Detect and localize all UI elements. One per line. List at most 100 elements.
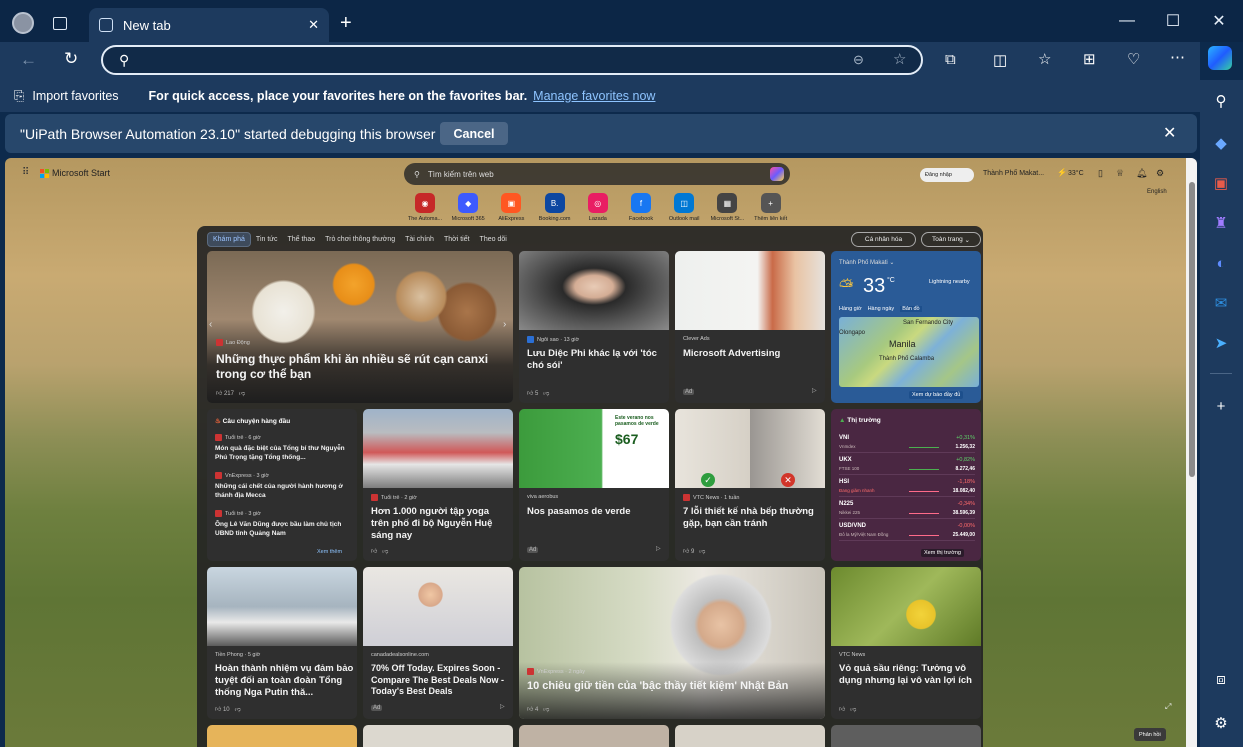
shortcut-7[interactable]: ▦ Microsoft St... — [704, 193, 750, 222]
dislike-icon[interactable]: 👎︎ — [239, 391, 245, 397]
lightning-alert[interactable]: Lightning nearby — [929, 279, 971, 286]
games-icon[interactable]: ♜ — [1210, 212, 1232, 234]
extensions-icon[interactable]: ⧉ — [945, 51, 956, 68]
like-icon[interactable]: 👍︎ — [839, 707, 845, 713]
cancel-button[interactable]: Cancel — [440, 122, 508, 145]
address-bar[interactable]: ⚲ ⊖ ☆ — [101, 45, 923, 75]
prev-slide-icon[interactable]: ‹ — [209, 319, 212, 330]
feed-tab-5[interactable]: Thời tiết — [439, 233, 475, 246]
import-favorites-icon[interactable]: ⎘ — [14, 88, 24, 104]
shopping-tag-icon[interactable]: ◆ — [1210, 132, 1232, 154]
rewards-icon[interactable]: ♕ — [1116, 168, 1124, 179]
ad-info-icon[interactable]: ▷ — [500, 703, 505, 710]
weather-tab-2[interactable]: Bản đồ — [900, 306, 922, 312]
back-icon[interactable]: ← — [20, 50, 37, 70]
new-tab-button[interactable]: + — [340, 12, 352, 35]
shortcut-6[interactable]: ◫ Outlook mail — [661, 193, 707, 222]
feed-tab-4[interactable]: Tài chính — [400, 233, 439, 246]
see-more-link[interactable]: Xem thêm — [317, 549, 342, 555]
web-search-input[interactable]: ⚲ Tìm kiếm trên web — [404, 163, 790, 185]
shortcut-0[interactable]: ◉ The Automa... — [402, 193, 448, 222]
dislike-icon[interactable]: 👎︎ — [382, 549, 388, 555]
police-card[interactable]: Tiền Phong · 5 giờ Hoàn thành nhiệm vụ đ… — [207, 567, 357, 719]
market-link[interactable]: Xem thị trường — [921, 549, 964, 557]
settings-icon[interactable]: ⚙ — [1210, 712, 1232, 734]
market-row[interactable]: HSI Đang giảm nhanh -1,18% 18.082,40 — [839, 477, 975, 497]
yoga-card[interactable]: Tuổi trẻ · 2 giờ Hơn 1.000 người tập yog… — [363, 409, 513, 561]
microsoft-365-icon[interactable]: ◐ — [1210, 252, 1232, 274]
profile-avatar[interactable] — [12, 12, 34, 34]
feed-tab-2[interactable]: Thể thao — [282, 233, 320, 246]
dislike-icon[interactable]: 👎︎ — [543, 391, 549, 397]
market-card[interactable]: ▲ Thị trường VNI VnIndex +0,31% 1.256,32 UKX… — [831, 409, 981, 561]
search-icon[interactable]: ⚲ — [1210, 90, 1232, 112]
feed-tab-6[interactable]: Theo dõi — [475, 233, 512, 246]
weather-tab-1[interactable]: Hàng ngày — [868, 306, 895, 312]
close-infobar-icon[interactable]: ✕ — [1163, 123, 1176, 143]
story-title[interactable]: Những cái chết của người hành hương ở th… — [215, 482, 351, 500]
partial-card-2[interactable] — [363, 725, 513, 747]
send-icon[interactable]: ➤ — [1210, 332, 1232, 354]
expand-icon[interactable]: ⤢ — [1165, 702, 1171, 712]
hero-card[interactable]: Lao Động Những thực phẩm khi ăn nhiều sẽ… — [207, 251, 513, 403]
story-title[interactable]: Món quà đặc biệt của Tổng bí thư Nguyễn … — [215, 444, 351, 462]
like-icon[interactable]: 👍︎ — [683, 549, 691, 555]
feed-tab-3[interactable]: Trò chơi thông thường — [320, 233, 400, 246]
viva-title[interactable]: Nos pasamos de verde — [527, 506, 663, 518]
dislike-icon[interactable]: 👎︎ — [543, 707, 549, 713]
tab-new-tab[interactable]: New tab ✕ — [89, 8, 329, 42]
celebrity-card[interactable]: Ngôi sao · 13 giờ Lưu Diệc Phi khác lạ v… — [519, 251, 669, 403]
ad-info-icon[interactable]: ▷ — [812, 387, 817, 394]
next-slide-icon[interactable]: › — [503, 319, 506, 330]
forecast-link[interactable]: Xem dự báo đầy đủ — [909, 391, 964, 399]
more-menu-icon[interactable]: ⋯ — [1170, 48, 1185, 66]
header-temp[interactable]: 33°C — [1068, 170, 1084, 177]
like-icon[interactable]: 👍︎ — [527, 391, 535, 397]
grandma-card[interactable]: VnExpress · 2 ngày 10 chiêu giữ tiền của… — [519, 567, 825, 719]
import-favorites-button[interactable]: Import favorites — [32, 89, 118, 103]
ad-info-icon[interactable]: ▷ — [656, 545, 661, 552]
weather-map[interactable]: San Fernando City Olongapo Manila Thành … — [839, 317, 979, 387]
like-icon[interactable]: 👍︎ — [216, 391, 224, 397]
apps-grid-icon[interactable]: ⠿ — [22, 167, 29, 178]
shortcut-2[interactable]: ▣ AliExpress — [488, 193, 534, 222]
durian-card[interactable]: VTC News Vỏ quả sầu riêng: Tưởng vô dụng… — [831, 567, 981, 719]
market-row[interactable]: N225 Nikkei 225 -0,34% 38.596,39 — [839, 499, 975, 519]
weather-card[interactable]: Thành Phố Makati ⌄ ⛅︎ 33 °C Lightning ne… — [831, 251, 981, 403]
refresh-icon[interactable]: ↻ — [64, 49, 78, 69]
partial-card-3[interactable] — [519, 725, 669, 747]
deals-title[interactable]: 70% Off Today. Expires Soon - Compare Th… — [371, 663, 511, 698]
partial-card-5[interactable] — [831, 725, 981, 747]
phone-icon[interactable]: ▯ — [1098, 168, 1103, 179]
outlook-icon[interactable]: ✉ — [1210, 292, 1232, 314]
manage-favorites-link[interactable]: Manage favorites now — [533, 89, 655, 103]
kitchen-card[interactable]: ✓ ✕ VTC News · 1 tuần 7 lỗi thiết kế nhà… — [675, 409, 825, 561]
notifications-icon[interactable]: 🔔︎ — [1136, 168, 1147, 179]
police-title[interactable]: Hoàn thành nhiệm vụ đảm bảo tuyệt đối an… — [215, 663, 355, 699]
add-sidebar-icon[interactable]: + — [1210, 395, 1232, 417]
like-icon[interactable]: 👍︎ — [371, 549, 377, 555]
deals-card[interactable]: canadadealsonline.com 70% Off Today. Exp… — [363, 567, 513, 719]
copilot-icon[interactable] — [1208, 46, 1232, 70]
dislike-icon[interactable]: 👎︎ — [699, 549, 705, 555]
tools-icon[interactable]: ▣ — [1210, 172, 1232, 194]
yoga-title[interactable]: Hơn 1.000 người tập yoga trên phố đi bộ … — [371, 506, 507, 542]
dislike-icon[interactable]: 👎︎ — [850, 707, 856, 713]
hero-title[interactable]: Những thực phẩm khi ăn nhiều sẽ rút cạn … — [216, 352, 496, 382]
card3-title[interactable]: Microsoft Advertising — [683, 348, 819, 360]
location-label[interactable]: Thành Phố Makat... — [983, 170, 1044, 177]
feed-tab-1[interactable]: Tin tức — [251, 233, 283, 246]
durian-title[interactable]: Vỏ quả sầu riêng: Tưởng vô dụng nhưng lạ… — [839, 663, 979, 687]
close-tab-icon[interactable]: ✕ — [308, 17, 319, 33]
scrollbar-thumb[interactable] — [1189, 182, 1195, 477]
like-icon[interactable]: 👍︎ — [527, 707, 535, 713]
ad-card-microsoft[interactable]: Clever Ads Microsoft Advertising Ad ▷ — [675, 251, 825, 403]
favorite-star-icon[interactable]: ☆ — [893, 50, 906, 68]
minimize-button[interactable]: — — [1104, 8, 1150, 34]
card2-title[interactable]: Lưu Diệc Phi khác lạ với 'tóc chó sói' — [527, 348, 663, 372]
feedback-button[interactable]: Phản hồi — [1134, 728, 1166, 741]
shortcut-1[interactable]: ◆ Microsoft 365 — [445, 193, 491, 222]
like-icon[interactable]: 👍︎ — [215, 707, 223, 713]
language-link[interactable]: English — [1147, 189, 1167, 195]
ad-card-viva[interactable]: Este verano nos pasamos de verde $67 viv… — [519, 409, 669, 561]
